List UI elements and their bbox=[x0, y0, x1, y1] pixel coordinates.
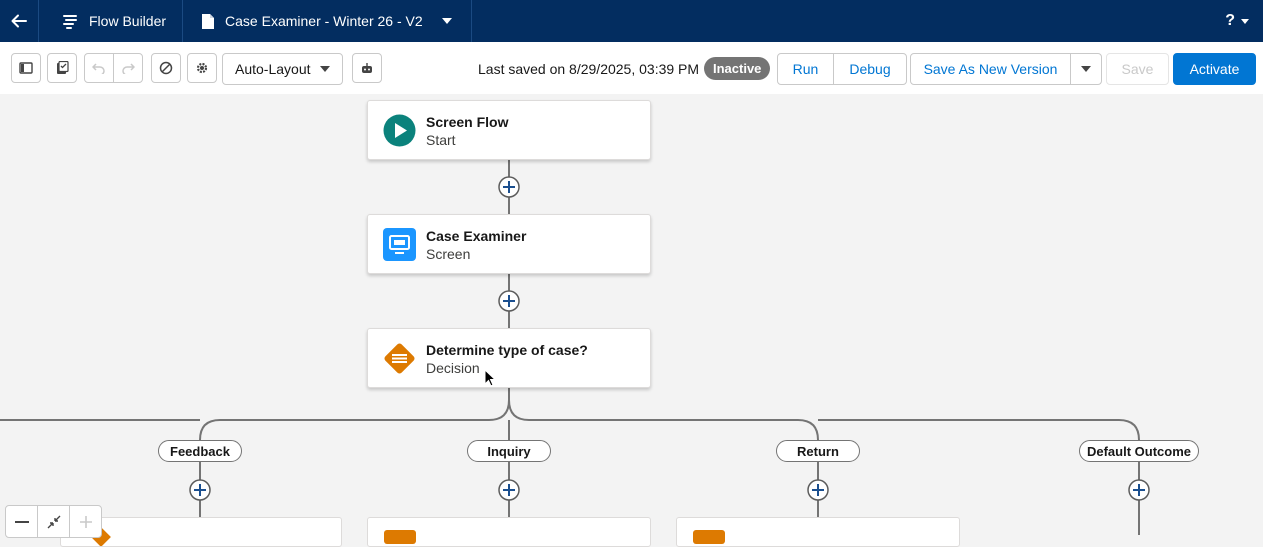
toggle-panel-button[interactable] bbox=[11, 53, 41, 83]
robot-icon bbox=[362, 62, 372, 73]
outcome-feedback[interactable]: Feedback bbox=[158, 440, 242, 462]
flow-icon bbox=[63, 15, 77, 29]
last-saved-text: Last saved on 8/29/2025, 03:39 PM bbox=[478, 61, 700, 77]
assignment-icon bbox=[384, 530, 416, 544]
debug-robot-button[interactable] bbox=[352, 53, 382, 83]
partial-node[interactable] bbox=[676, 517, 960, 547]
run-button[interactable]: Run bbox=[777, 53, 834, 85]
add-element-button[interactable] bbox=[498, 290, 520, 312]
status-badge: Inactive bbox=[704, 57, 771, 80]
cursor-icon bbox=[484, 369, 496, 387]
outcome-inquiry[interactable]: Inquiry bbox=[467, 440, 551, 462]
outcome-return[interactable]: Return bbox=[776, 440, 860, 462]
start-node[interactable]: Screen Flow Start bbox=[367, 100, 651, 160]
redo-button[interactable] bbox=[113, 53, 143, 83]
node-title: Determine type of case? bbox=[426, 342, 588, 358]
global-header: Flow Builder Case Examiner - Winter 26 -… bbox=[0, 0, 1263, 42]
help-label: ? bbox=[1225, 12, 1235, 29]
zoom-controls bbox=[5, 505, 102, 538]
plus-icon bbox=[79, 515, 92, 528]
panel-icon bbox=[19, 62, 33, 74]
file-icon bbox=[202, 13, 215, 29]
partial-node[interactable] bbox=[60, 517, 342, 547]
help-menu[interactable]: ? bbox=[1225, 0, 1249, 42]
flow-title: Case Examiner - Winter 26 - V2 bbox=[225, 13, 423, 29]
clipboard-button[interactable] bbox=[47, 53, 77, 83]
node-title: Case Examiner bbox=[426, 228, 527, 244]
undo-button[interactable] bbox=[84, 53, 114, 83]
node-type: Start bbox=[426, 132, 456, 148]
chevron-down-icon bbox=[1081, 66, 1091, 72]
app-title: Flow Builder bbox=[39, 0, 184, 42]
layout-mode-value: Auto-Layout bbox=[235, 61, 311, 77]
caret-down-icon bbox=[1241, 18, 1249, 24]
back-arrow-icon bbox=[11, 14, 27, 28]
screen-icon bbox=[383, 228, 416, 261]
disable-button[interactable] bbox=[151, 53, 181, 83]
flow-toolbar: Auto-Layout Last saved on 8/29/2025, 03:… bbox=[0, 42, 1263, 95]
block-icon bbox=[159, 61, 173, 75]
add-element-button[interactable] bbox=[807, 479, 829, 501]
play-icon bbox=[383, 114, 416, 147]
clipboard-icon bbox=[57, 61, 69, 74]
assignment-icon bbox=[693, 530, 725, 544]
chevron-down-icon bbox=[320, 66, 330, 72]
outcome-default[interactable]: Default Outcome bbox=[1079, 440, 1199, 462]
gear-icon bbox=[196, 62, 208, 74]
undo-icon bbox=[92, 63, 105, 74]
decision-node[interactable]: Determine type of case? Decision bbox=[367, 328, 651, 388]
zoom-out-button[interactable] bbox=[6, 506, 38, 537]
zoom-in-button[interactable] bbox=[70, 506, 101, 537]
flow-title-menu[interactable]: Case Examiner - Winter 26 - V2 bbox=[183, 0, 472, 42]
layout-mode-select[interactable]: Auto-Layout bbox=[222, 53, 343, 85]
activate-button[interactable]: Activate bbox=[1173, 53, 1256, 85]
add-element-button[interactable] bbox=[498, 479, 520, 501]
debug-button[interactable]: Debug bbox=[833, 53, 907, 85]
node-type: Decision bbox=[426, 360, 480, 376]
minus-icon bbox=[14, 520, 29, 523]
back-button[interactable] bbox=[0, 0, 39, 42]
app-name: Flow Builder bbox=[89, 13, 167, 29]
flow-canvas[interactable] bbox=[0, 94, 1263, 535]
save-as-new-version-button[interactable]: Save As New Version bbox=[910, 53, 1071, 85]
add-element-button[interactable] bbox=[1128, 479, 1150, 501]
save-options-button[interactable] bbox=[1070, 53, 1102, 85]
save-button[interactable]: Save bbox=[1106, 53, 1169, 85]
node-title: Screen Flow bbox=[426, 114, 509, 130]
settings-button[interactable] bbox=[187, 53, 217, 83]
add-element-button[interactable] bbox=[498, 176, 520, 198]
fit-view-button[interactable] bbox=[38, 506, 70, 537]
contract-icon bbox=[47, 515, 60, 528]
add-element-button[interactable] bbox=[189, 479, 211, 501]
chevron-down-icon bbox=[441, 18, 452, 24]
redo-icon bbox=[122, 63, 135, 74]
node-type: Screen bbox=[426, 246, 471, 262]
screen-node[interactable]: Case Examiner Screen bbox=[367, 214, 651, 274]
decision-icon bbox=[384, 343, 415, 374]
partial-node[interactable] bbox=[367, 517, 651, 547]
